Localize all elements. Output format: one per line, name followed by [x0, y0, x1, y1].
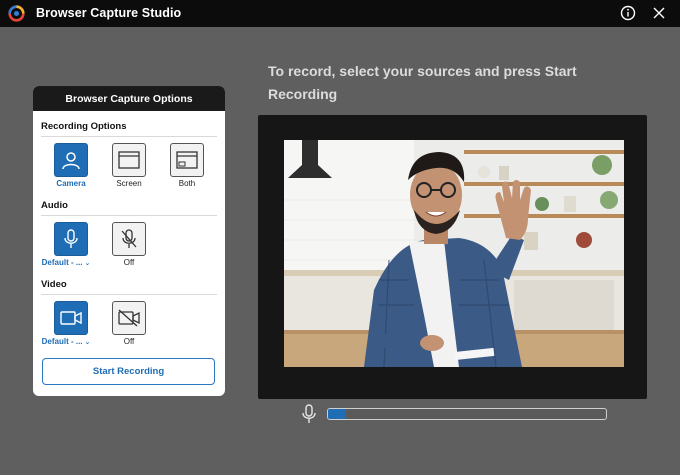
recording-options-title: Recording Options [41, 121, 127, 132]
both-option-label: Both [178, 179, 196, 188]
panel-title: Browser Capture Options [33, 86, 225, 111]
video-default-button[interactable] [54, 301, 88, 335]
preview-frame [258, 115, 647, 399]
both-option-button[interactable] [170, 143, 204, 177]
divider [41, 294, 217, 295]
audio-off-label: Off [123, 258, 135, 267]
app-title: Browser Capture Studio [36, 6, 182, 20]
video-off-icon [118, 309, 140, 327]
divider [41, 136, 217, 137]
camera-person-icon [62, 152, 80, 170]
audio-default-button[interactable] [54, 222, 88, 256]
audio-device-select[interactable]: Default - ... ⌄ [41, 258, 91, 267]
video-off-button[interactable] [112, 301, 146, 335]
video-camera-icon [60, 311, 82, 325]
audio-device-label: Default - ... [41, 258, 83, 267]
screen-option-button[interactable] [112, 143, 146, 177]
chevron-down-icon: ⌄ [82, 260, 91, 267]
audio-level-meter [300, 403, 610, 427]
video-section-title: Video [41, 279, 67, 290]
camera-preview-image [284, 140, 624, 367]
microphone-icon [64, 229, 78, 248]
audio-off-button[interactable] [112, 222, 146, 256]
divider [41, 215, 217, 216]
close-icon[interactable] [651, 5, 667, 21]
camera-option-label: Camera [56, 179, 86, 188]
info-icon[interactable] [620, 5, 636, 21]
video-off-label: Off [123, 337, 135, 346]
start-recording-button[interactable]: Start Recording [42, 358, 215, 385]
microphone-off-icon [121, 229, 137, 248]
camera-option-button[interactable] [54, 143, 88, 177]
audio-section-title: Audio [41, 200, 68, 211]
microphone-level-icon [302, 404, 316, 423]
audio-level-track [327, 408, 607, 420]
app-logo-icon [8, 5, 25, 22]
capture-options-panel: Browser Capture Options Recording Option… [33, 86, 225, 396]
video-device-label: Default - ... [41, 337, 83, 346]
screen-window-icon [118, 151, 140, 169]
screen-option-label: Screen [116, 179, 142, 188]
chevron-down-icon: ⌄ [82, 339, 91, 346]
instruction-heading: To record, select your sources and press… [268, 63, 577, 102]
both-window-icon [176, 151, 198, 169]
title-bar: Browser Capture Studio [0, 0, 680, 27]
audio-level-fill [328, 409, 347, 419]
video-device-select[interactable]: Default - ... ⌄ [41, 337, 91, 346]
